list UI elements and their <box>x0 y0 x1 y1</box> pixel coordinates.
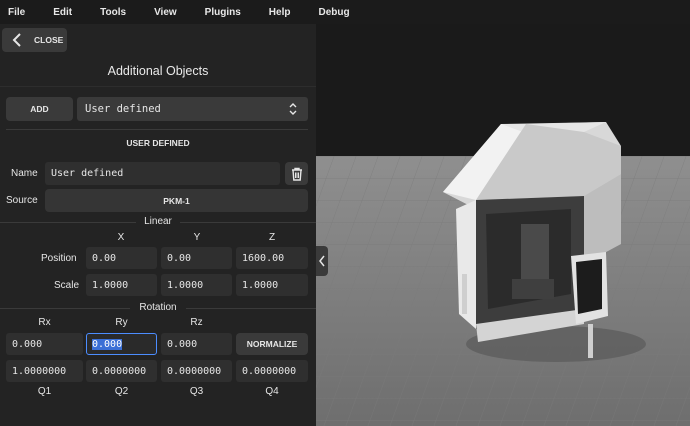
position-z-field[interactable]: 1600.00 <box>236 247 308 269</box>
col-x-label: X <box>117 232 125 243</box>
scale-y-field[interactable]: 1.0000 <box>161 274 232 296</box>
selected-text: 0.000 <box>92 338 123 350</box>
source-label: Source <box>6 195 38 206</box>
scale-label: Scale <box>54 280 80 291</box>
rotation-rx-field[interactable]: 0.000 <box>6 333 83 355</box>
rotation-rz-field[interactable]: 0.000 <box>161 333 232 355</box>
quaternion-q2-field[interactable]: 0.0000000 <box>86 360 157 382</box>
divider <box>180 222 316 223</box>
menu-plugins[interactable]: Plugins <box>205 7 241 18</box>
scale-x-field[interactable]: 1.0000 <box>86 274 157 296</box>
chevron-left-icon <box>12 33 21 47</box>
position-label: Position <box>41 253 77 264</box>
position-y-field[interactable]: 0.00 <box>161 247 232 269</box>
dropdown-value: User defined <box>85 103 161 115</box>
position-x-field[interactable]: 0.00 <box>86 247 157 269</box>
col-rx-label: Rx <box>38 317 51 328</box>
chevron-left-icon <box>319 255 325 267</box>
col-z-label: Z <box>268 232 276 243</box>
source-button[interactable]: PKM-1 <box>45 189 308 212</box>
close-label: CLOSE <box>34 35 64 45</box>
col-q4-label: Q4 <box>265 386 279 397</box>
menu-debug[interactable]: Debug <box>318 7 349 18</box>
object-type-dropdown[interactable]: User defined <box>77 97 308 121</box>
col-ry-label: Ry <box>115 317 128 328</box>
menu-edit[interactable]: Edit <box>53 7 72 18</box>
col-q1-label: Q1 <box>37 386 52 397</box>
rotation-ry-field[interactable]: 0.000 <box>86 333 157 355</box>
chevron-up-down-icon <box>289 103 297 115</box>
col-q2-label: Q2 <box>114 386 129 397</box>
add-button[interactable]: ADD <box>6 97 73 121</box>
menu-bar: File Edit Tools View Plugins Help Debug <box>0 0 690 24</box>
section-title: USER DEFINED <box>126 138 190 148</box>
linear-title: Linear <box>144 216 172 227</box>
divider <box>0 86 316 87</box>
divider <box>0 308 130 309</box>
name-label: Name <box>11 168 38 179</box>
scale-z-field[interactable]: 1.0000 <box>236 274 308 296</box>
divider <box>0 222 136 223</box>
col-rz-label: Rz <box>190 317 203 328</box>
trash-icon <box>291 167 302 181</box>
3d-viewport[interactable] <box>316 24 690 426</box>
quaternion-q3-field[interactable]: 0.0000000 <box>161 360 232 382</box>
quaternion-q4-field[interactable]: 0.0000000 <box>236 360 308 382</box>
delete-button[interactable] <box>285 162 308 185</box>
quaternion-q1-field[interactable]: 1.0000000 <box>6 360 83 382</box>
col-y-label: Y <box>193 232 201 243</box>
menu-tools[interactable]: Tools <box>100 7 126 18</box>
name-field[interactable]: User defined <box>45 162 280 185</box>
divider <box>6 129 308 130</box>
rotation-title: Rotation <box>139 302 177 313</box>
col-q3-label: Q3 <box>189 386 204 397</box>
additional-objects-panel: CLOSE Additional Objects ADD User define… <box>0 24 316 426</box>
menu-file[interactable]: File <box>8 7 25 18</box>
viewport-scene <box>316 24 690 426</box>
collapse-panel-button[interactable] <box>316 246 328 276</box>
normalize-button[interactable]: NORMALIZE <box>236 333 308 355</box>
panel-title: Additional Objects <box>107 64 209 78</box>
menu-view[interactable]: View <box>154 7 177 18</box>
menu-help[interactable]: Help <box>269 7 291 18</box>
divider <box>186 308 316 309</box>
close-button[interactable]: CLOSE <box>2 28 67 52</box>
